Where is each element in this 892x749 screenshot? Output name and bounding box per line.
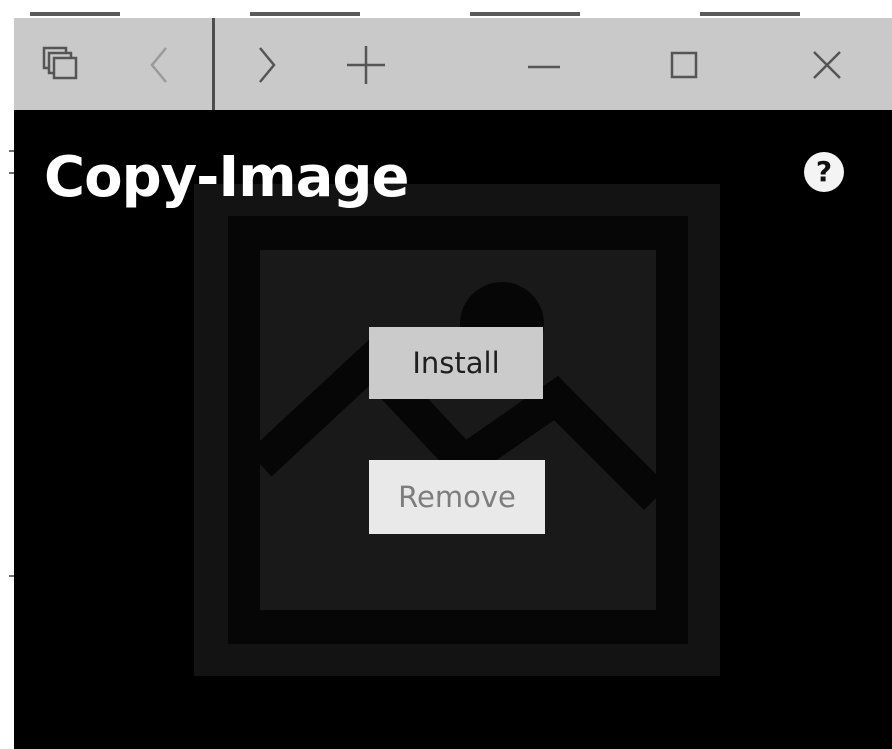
forward-button[interactable] <box>242 40 292 90</box>
new-tab-button[interactable] <box>341 40 391 90</box>
title-bar <box>14 18 892 110</box>
chevron-right-icon <box>247 45 287 85</box>
plus-icon <box>344 43 388 87</box>
top-edge <box>0 0 892 18</box>
app-window: Copy-Image ? Install Remove <box>0 0 892 749</box>
app-title: Copy-Image <box>44 145 409 210</box>
question-circle-icon: ? <box>815 155 833 188</box>
minimize-button[interactable] <box>519 40 569 90</box>
edge-mark <box>250 12 360 16</box>
app-content: Copy-Image ? Install Remove <box>14 110 892 749</box>
maximize-icon <box>664 45 704 85</box>
minimize-icon <box>524 45 564 85</box>
tabs-icon <box>41 45 81 85</box>
chevron-left-icon <box>139 45 179 85</box>
help-button[interactable]: ? <box>804 152 844 192</box>
edge-mark <box>700 12 800 16</box>
close-button[interactable] <box>802 40 852 90</box>
tabs-button[interactable] <box>36 40 86 90</box>
close-icon <box>807 45 847 85</box>
title-bar-divider <box>212 18 215 110</box>
remove-button[interactable]: Remove <box>369 460 545 534</box>
image-placeholder-icon <box>194 184 720 680</box>
back-button[interactable] <box>134 40 184 90</box>
edge-mark <box>30 12 120 16</box>
edge-mark <box>470 12 580 16</box>
left-edge <box>0 0 14 749</box>
install-button[interactable]: Install <box>369 327 543 399</box>
maximize-button[interactable] <box>659 40 709 90</box>
